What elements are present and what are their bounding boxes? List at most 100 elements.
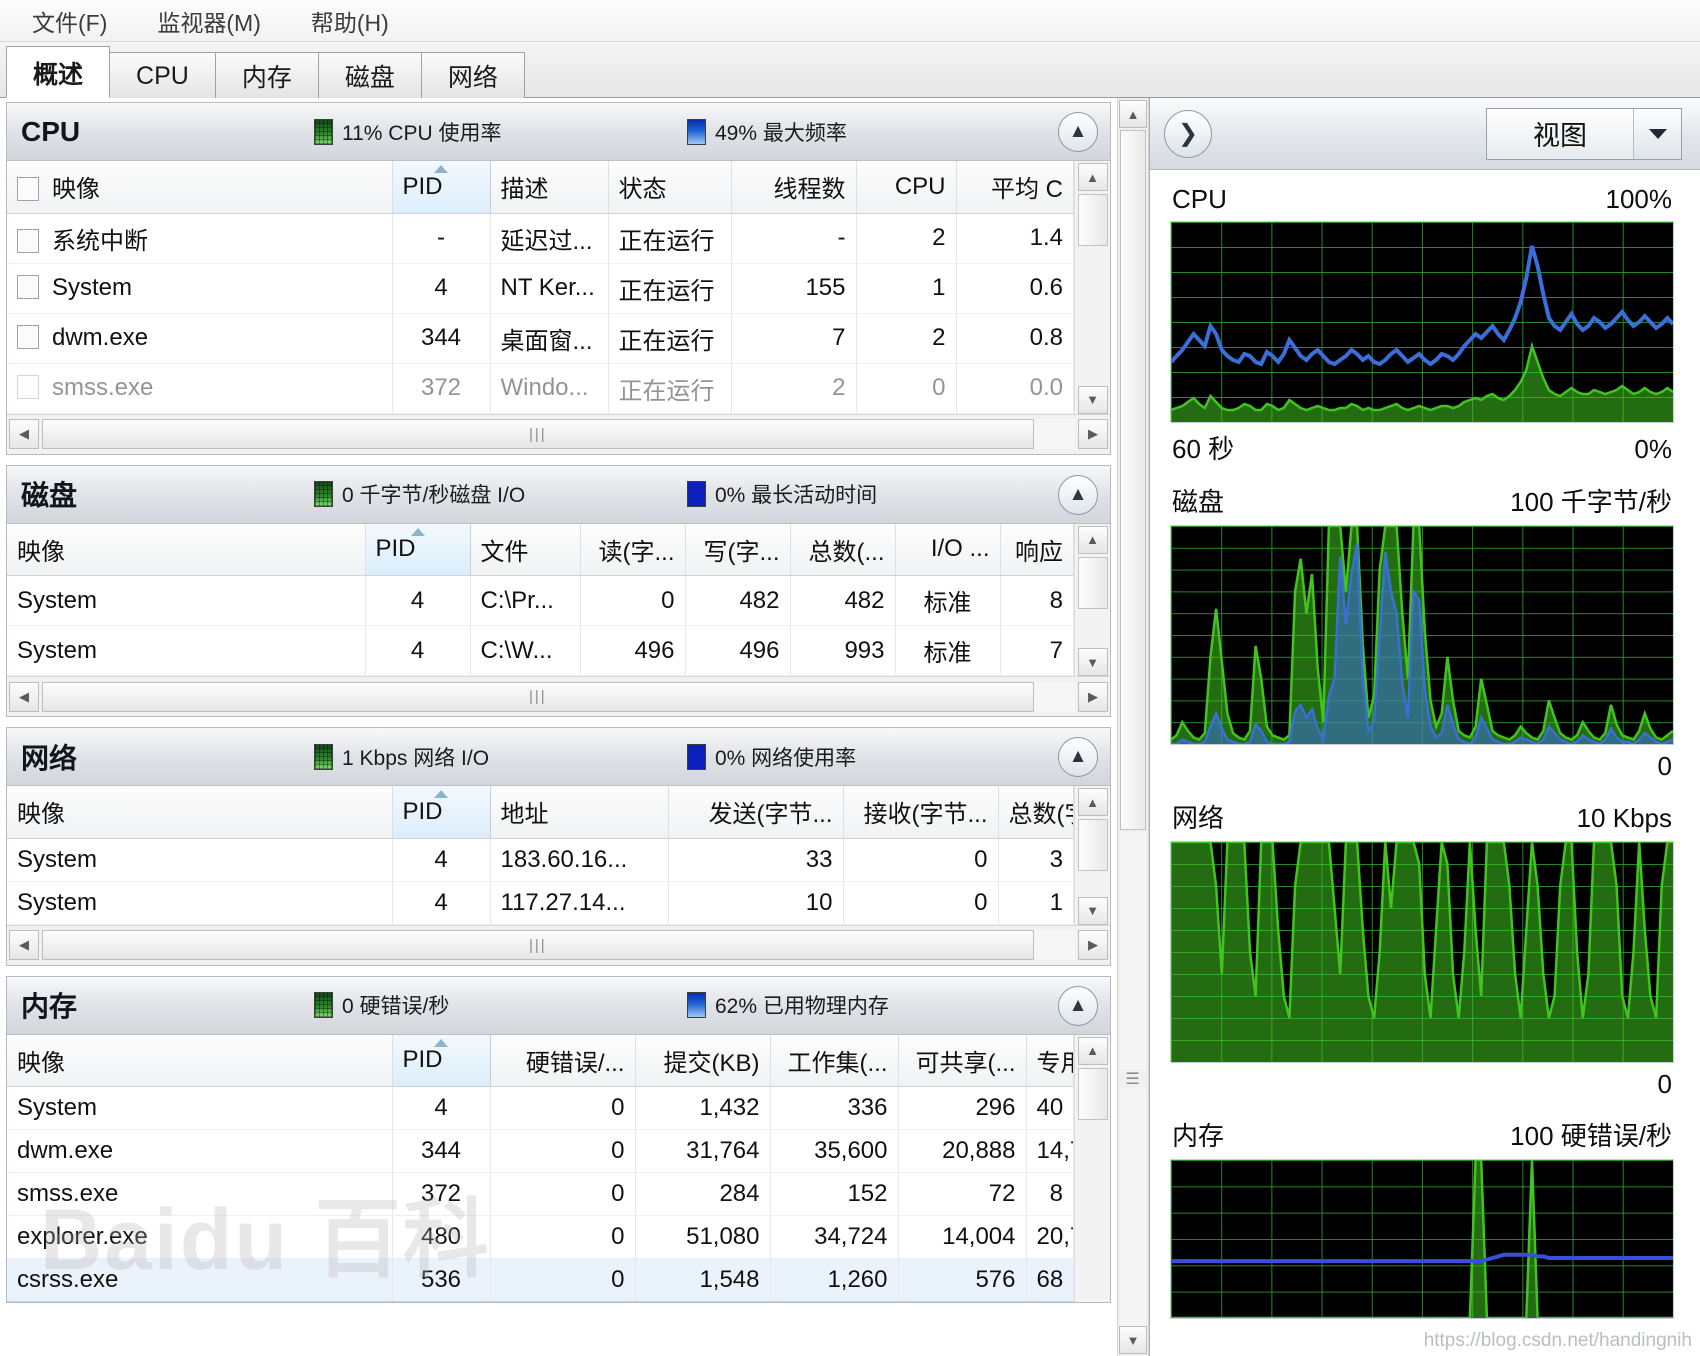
disk-col-total[interactable]: 总数(...: [790, 523, 896, 576]
scroll-right-icon[interactable]: ▶: [1078, 419, 1108, 449]
scroll-thumb[interactable]: [1077, 819, 1108, 871]
table-row[interactable]: 系统中断 - 延迟过... 正在运行 - 2 1.4: [7, 213, 1074, 264]
menu-monitor[interactable]: 监视器(M): [139, 2, 278, 40]
chevron-up-icon-memory[interactable]: ▲: [1058, 985, 1098, 1026]
main-vertical-scrollbar[interactable]: ▲ ☰ ▼: [1117, 98, 1149, 1356]
scroll-up-icon[interactable]: ▲: [1077, 163, 1108, 191]
cpu-col-status[interactable]: 状态: [608, 161, 732, 214]
network-col-pid[interactable]: PID: [391, 786, 491, 839]
scroll-left-icon[interactable]: ◀: [9, 681, 39, 712]
tab-disk[interactable]: 磁盘: [317, 52, 422, 98]
memory-table-vscrollbar[interactable]: ▲: [1074, 1034, 1110, 1302]
memory-col-private[interactable]: 专用(KB: [1026, 1034, 1074, 1087]
network-col-recv[interactable]: 接收(字节...: [843, 786, 999, 839]
network-table-hscrollbar[interactable]: ◀ ||| ▶: [7, 924, 1110, 965]
table-row[interactable]: smss.exe 372 0 284 152 72 8: [7, 1172, 1074, 1216]
table-row[interactable]: System 4 183.60.16... 33 0 3: [7, 838, 1074, 882]
table-row[interactable]: System 4 C:\W... 496 496 993 标准 7: [7, 625, 1074, 676]
disk-col-write[interactable]: 写(字...: [685, 523, 791, 576]
network-col-send[interactable]: 发送(字节...: [668, 786, 844, 839]
tab-memory[interactable]: 内存: [214, 52, 319, 98]
cpu-table-hscrollbar[interactable]: ◀ ||| ▶: [7, 413, 1110, 454]
cpu-col-threads[interactable]: 线程数: [731, 161, 857, 214]
tab-cpu[interactable]: CPU: [109, 52, 216, 98]
panel-disk-title: 磁盘: [21, 480, 78, 511]
panel-disk-header[interactable]: 磁盘 0 千字节/秒磁盘 I/O 0% 最长活动时间 ▲: [7, 465, 1110, 524]
scroll-right-icon[interactable]: ▶: [1078, 681, 1108, 712]
panel-cpu-header[interactable]: CPU 11% CPU 使用率 49% 最大频率 ▲: [7, 103, 1110, 161]
scroll-up-icon[interactable]: ▲: [1077, 525, 1108, 554]
table-row[interactable]: dwm.exe 344 桌面窗... 正在运行 7 2 0.8: [7, 313, 1074, 364]
chevron-right-icon[interactable]: ❯: [1164, 109, 1212, 158]
table-row[interactable]: System 4 0 1,432 336 296 40: [7, 1086, 1074, 1130]
scroll-right-icon[interactable]: ▶: [1078, 930, 1108, 960]
view-dropdown-button[interactable]: 视图: [1486, 107, 1682, 160]
scroll-thumb[interactable]: [1077, 1067, 1108, 1120]
row-checkbox[interactable]: [17, 275, 39, 299]
memory-col-shareable[interactable]: 可共享(...: [898, 1034, 1027, 1087]
table-row-selected[interactable]: csrss.exe 536 0 1,548 1,260 576 68: [7, 1258, 1074, 1302]
scroll-down-icon[interactable]: ▼: [1119, 1326, 1147, 1354]
row-checkbox[interactable]: [17, 228, 39, 253]
scroll-up-icon[interactable]: ▲: [1077, 788, 1108, 816]
row-checkbox[interactable]: [17, 375, 39, 399]
cpu-col-image[interactable]: 映像: [7, 161, 393, 214]
menu-file[interactable]: 文件(F): [14, 2, 125, 40]
disk-col-io[interactable]: I/O ...: [895, 523, 1001, 576]
cpu-col-pid[interactable]: PID: [391, 161, 491, 214]
table-row[interactable]: dwm.exe 344 0 31,764 35,600 20,888 14,71: [7, 1129, 1074, 1173]
select-all-checkbox-cpu[interactable]: [17, 177, 39, 202]
scroll-up-icon[interactable]: ▲: [1077, 1036, 1108, 1065]
panel-network-header[interactable]: 网络 1 Kbps 网络 I/O 0% 网络使用率 ▲: [7, 728, 1110, 786]
scroll-track-lower[interactable]: [1120, 1089, 1146, 1326]
network-table-vscrollbar[interactable]: ▲ ▼: [1074, 786, 1110, 925]
row-checkbox[interactable]: [17, 325, 39, 349]
table-row[interactable]: System 4 C:\Pr... 0 482 482 标准 8: [7, 575, 1074, 626]
chevron-up-icon-cpu[interactable]: ▲: [1058, 112, 1098, 152]
memory-col-pid[interactable]: PID: [391, 1034, 491, 1087]
scroll-left-icon[interactable]: ◀: [9, 930, 39, 960]
memory-col-faults[interactable]: 硬错误/...: [490, 1034, 636, 1087]
disk-col-read[interactable]: 读(字...: [580, 523, 686, 576]
chevron-up-icon-network[interactable]: ▲: [1058, 737, 1098, 777]
chevron-down-icon[interactable]: [1633, 108, 1681, 159]
scroll-down-icon[interactable]: ▼: [1077, 896, 1108, 925]
tab-network[interactable]: 网络: [420, 52, 525, 98]
tab-overview[interactable]: 概述: [6, 46, 111, 98]
memory-col-image[interactable]: 映像: [7, 1034, 393, 1087]
scroll-thumb[interactable]: |||: [42, 419, 1034, 449]
disk-col-image[interactable]: 映像: [7, 523, 366, 576]
cpu-col-avg[interactable]: 平均 C: [956, 161, 1074, 214]
scroll-thumb[interactable]: |||: [42, 930, 1034, 960]
memory-col-workingset[interactable]: 工作集(...: [770, 1034, 899, 1087]
disk-table-vscrollbar[interactable]: ▲ ▼: [1074, 523, 1110, 676]
memory-col-commit[interactable]: 提交(KB): [635, 1034, 771, 1087]
disk-col-pid[interactable]: PID: [364, 523, 471, 576]
cpu-table-vscrollbar[interactable]: ▲ ▼: [1074, 161, 1110, 414]
scroll-thumb[interactable]: [1120, 130, 1146, 830]
cpu-col-desc[interactable]: 描述: [490, 161, 609, 214]
scroll-up-icon[interactable]: ▲: [1119, 100, 1147, 128]
table-row[interactable]: System 4 NT Ker... 正在运行 155 1 0.6: [7, 263, 1074, 314]
cpu-col-cpu[interactable]: CPU: [856, 161, 957, 214]
scroll-thumb[interactable]: [1077, 194, 1108, 246]
memory-table-wrap: 映像 PID 硬错误/... 提交(KB) 工作集(... 可共享(... 专用…: [7, 1034, 1110, 1302]
scroll-thumb[interactable]: |||: [42, 681, 1034, 712]
panel-memory-header[interactable]: 内存 0 硬错误/秒 62% 已用物理内存 ▲: [7, 976, 1110, 1035]
network-col-address[interactable]: 地址: [490, 786, 669, 839]
table-row[interactable]: smss.exe 372 Windo... 正在运行 2 0 0.0: [7, 363, 1074, 414]
menu-help[interactable]: 帮助(H): [293, 2, 407, 40]
disk-table-hscrollbar[interactable]: ◀ ||| ▶: [7, 676, 1110, 716]
disk-col-response[interactable]: 响应: [1000, 523, 1074, 576]
table-row[interactable]: System 4 117.27.14... 10 0 1: [7, 881, 1074, 925]
scroll-thumb[interactable]: [1077, 556, 1108, 609]
scroll-track[interactable]: [1120, 832, 1146, 1069]
scroll-down-icon[interactable]: ▼: [1077, 648, 1108, 676]
network-col-total[interactable]: 总数(字节: [998, 786, 1074, 839]
chevron-up-icon-disk[interactable]: ▲: [1058, 474, 1098, 515]
disk-col-file[interactable]: 文件: [470, 523, 581, 576]
table-row[interactable]: explorer.exe 480 0 51,080 34,724 14,004 …: [7, 1215, 1074, 1259]
network-col-image[interactable]: 映像: [7, 786, 393, 839]
scroll-left-icon[interactable]: ◀: [9, 419, 39, 449]
scroll-down-icon[interactable]: ▼: [1077, 385, 1108, 414]
